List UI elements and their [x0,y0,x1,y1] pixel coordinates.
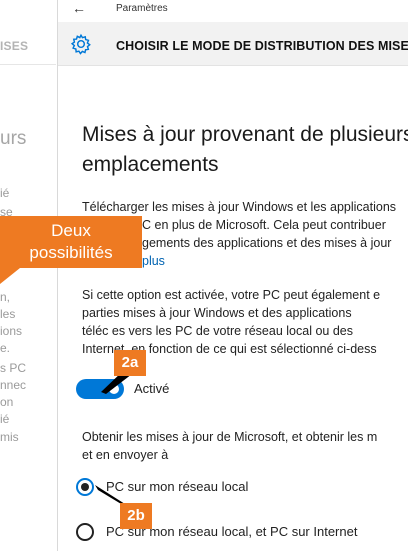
background-window-title: ISES [0,39,29,53]
badge-2a: 2a [114,350,146,376]
background-window-text: les [0,307,16,321]
background-window-text: mis [0,430,19,444]
back-button[interactable]: ← [72,1,88,17]
callout-text: Deux [51,221,91,240]
radio-button-selected[interactable] [76,478,94,496]
background-window-text: s PC [0,361,27,375]
background-window-divider [0,64,56,65]
gear-icon [70,33,91,55]
background-window-heading: urs [0,128,27,149]
source-description-line: Obtenir les mises à jour de Microsoft, e… [82,430,378,444]
background-window-text: ié [0,412,10,426]
option-description-line: Si cette option est activée, votre PC pe… [82,288,381,302]
settings-window: ← Paramètres CHOISIR LE MODE DE DISTRIBU… [57,0,408,551]
callout-two-options: Deux possibilités [0,216,142,268]
option-description-line: parties mises à jour Windows et des appl… [82,306,352,320]
toggle-state-label: Activé [134,381,170,396]
background-window-text: nnec [0,378,27,392]
background-window-text: ions [0,324,23,338]
arrow-left-icon: ← [72,0,86,16]
source-description-line: et en envoyer à [82,448,169,462]
section-heading-line2: emplacements [82,153,219,176]
background-window-text: ié [0,186,10,200]
badge-2b: 2b [120,503,152,529]
radio-label: PC sur mon réseau local [106,479,249,494]
option-description-line: téléc es vers les PC de votre réseau loc… [82,324,353,338]
description-line: Télécharger les mises à jour Windows et … [82,200,397,214]
callout-tail [0,268,20,284]
page-title: CHOISIR LE MODE DE DISTRIBUTION DES MISE… [116,39,408,53]
toggle-knob [109,384,119,394]
page-header: CHOISIR LE MODE DE DISTRIBUTION DES MISE… [58,22,408,66]
app-title: Paramètres [116,3,168,14]
background-window-text: n, [0,290,11,304]
section-heading: Mises à jour provenant de plusieurs [82,123,408,146]
radio-button[interactable] [76,523,94,541]
background-window-text: on [0,395,14,409]
callout-text: possibilités [29,243,113,262]
title-bar: ← Paramètres [58,0,408,22]
background-window-text: e. [0,341,11,355]
delivery-optimization-toggle[interactable] [76,379,124,399]
